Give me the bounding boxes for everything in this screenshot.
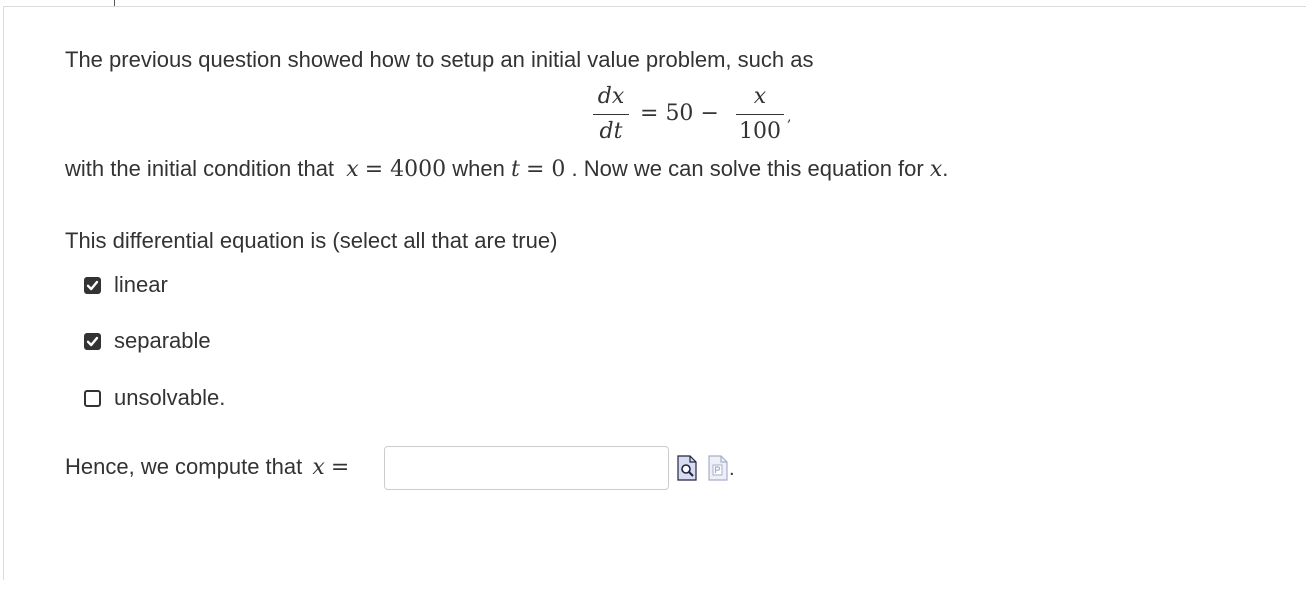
separable-label[interactable]: separable (114, 328, 211, 354)
condition-var-t: t (511, 157, 520, 182)
initial-condition-line: with the initial condition that x = 4000… (65, 156, 948, 183)
rhs-numerator: x (753, 84, 767, 109)
condition-when: when (452, 156, 505, 181)
answer-input[interactable] (384, 446, 669, 490)
condition-text-before: with the initial condition that (65, 156, 335, 181)
intro-text: The previous question showed how to setu… (65, 47, 814, 72)
top-divider-tick (114, 0, 115, 6)
lhs-numerator: dx (597, 84, 625, 109)
answer-prompt: Hence, we compute that x = (65, 454, 349, 481)
answer-var: x (312, 455, 325, 480)
lhs-denominator: dt (599, 119, 623, 144)
option-separable[interactable]: separable (84, 328, 211, 354)
equation-constant: 50 (665, 101, 694, 126)
equation-minus: − (700, 101, 719, 126)
option-linear[interactable]: linear (84, 272, 168, 298)
rhs-fraction-bar (736, 114, 784, 115)
rhs-denominator: 100 (739, 119, 781, 144)
linear-checkbox[interactable] (84, 276, 101, 294)
answer-equals: = (330, 455, 350, 480)
condition-var-x: x (346, 157, 359, 182)
lhs-fraction-bar (593, 114, 629, 115)
answer-period: . (729, 458, 735, 480)
linear-label[interactable]: linear (114, 272, 168, 298)
question-prompt: This differential equation is (select al… (65, 228, 558, 253)
condition-x-value: = 4000 (364, 157, 447, 182)
checkmark-icon (86, 336, 99, 346)
condition-var-final: x (929, 157, 943, 182)
differential-equation: dx dt = 50 − x 100 , (593, 84, 803, 150)
equation-equals: = (640, 101, 659, 126)
separable-checkbox[interactable] (84, 332, 101, 350)
equation-comma: , (787, 109, 792, 125)
equation-middle: = 50 − (640, 101, 719, 126)
lhs-fraction: dx dt (593, 84, 629, 145)
condition-text-after: . Now we can solve this equation for (571, 156, 924, 181)
preview-icon[interactable] (677, 455, 697, 481)
unsolvable-label[interactable]: unsolvable. (114, 385, 225, 411)
rhs-fraction: x 100 (736, 84, 784, 145)
answer-label: Hence, we compute that (65, 454, 303, 479)
checkmark-icon (86, 280, 99, 290)
unsolvable-checkbox[interactable] (84, 389, 101, 407)
left-divider (3, 6, 4, 580)
condition-final-period: . (942, 156, 949, 181)
help-icon[interactable] (708, 455, 728, 481)
option-unsolvable[interactable]: unsolvable. (84, 385, 225, 411)
top-divider (3, 6, 1306, 7)
condition-t-value: = 0 (525, 157, 566, 182)
